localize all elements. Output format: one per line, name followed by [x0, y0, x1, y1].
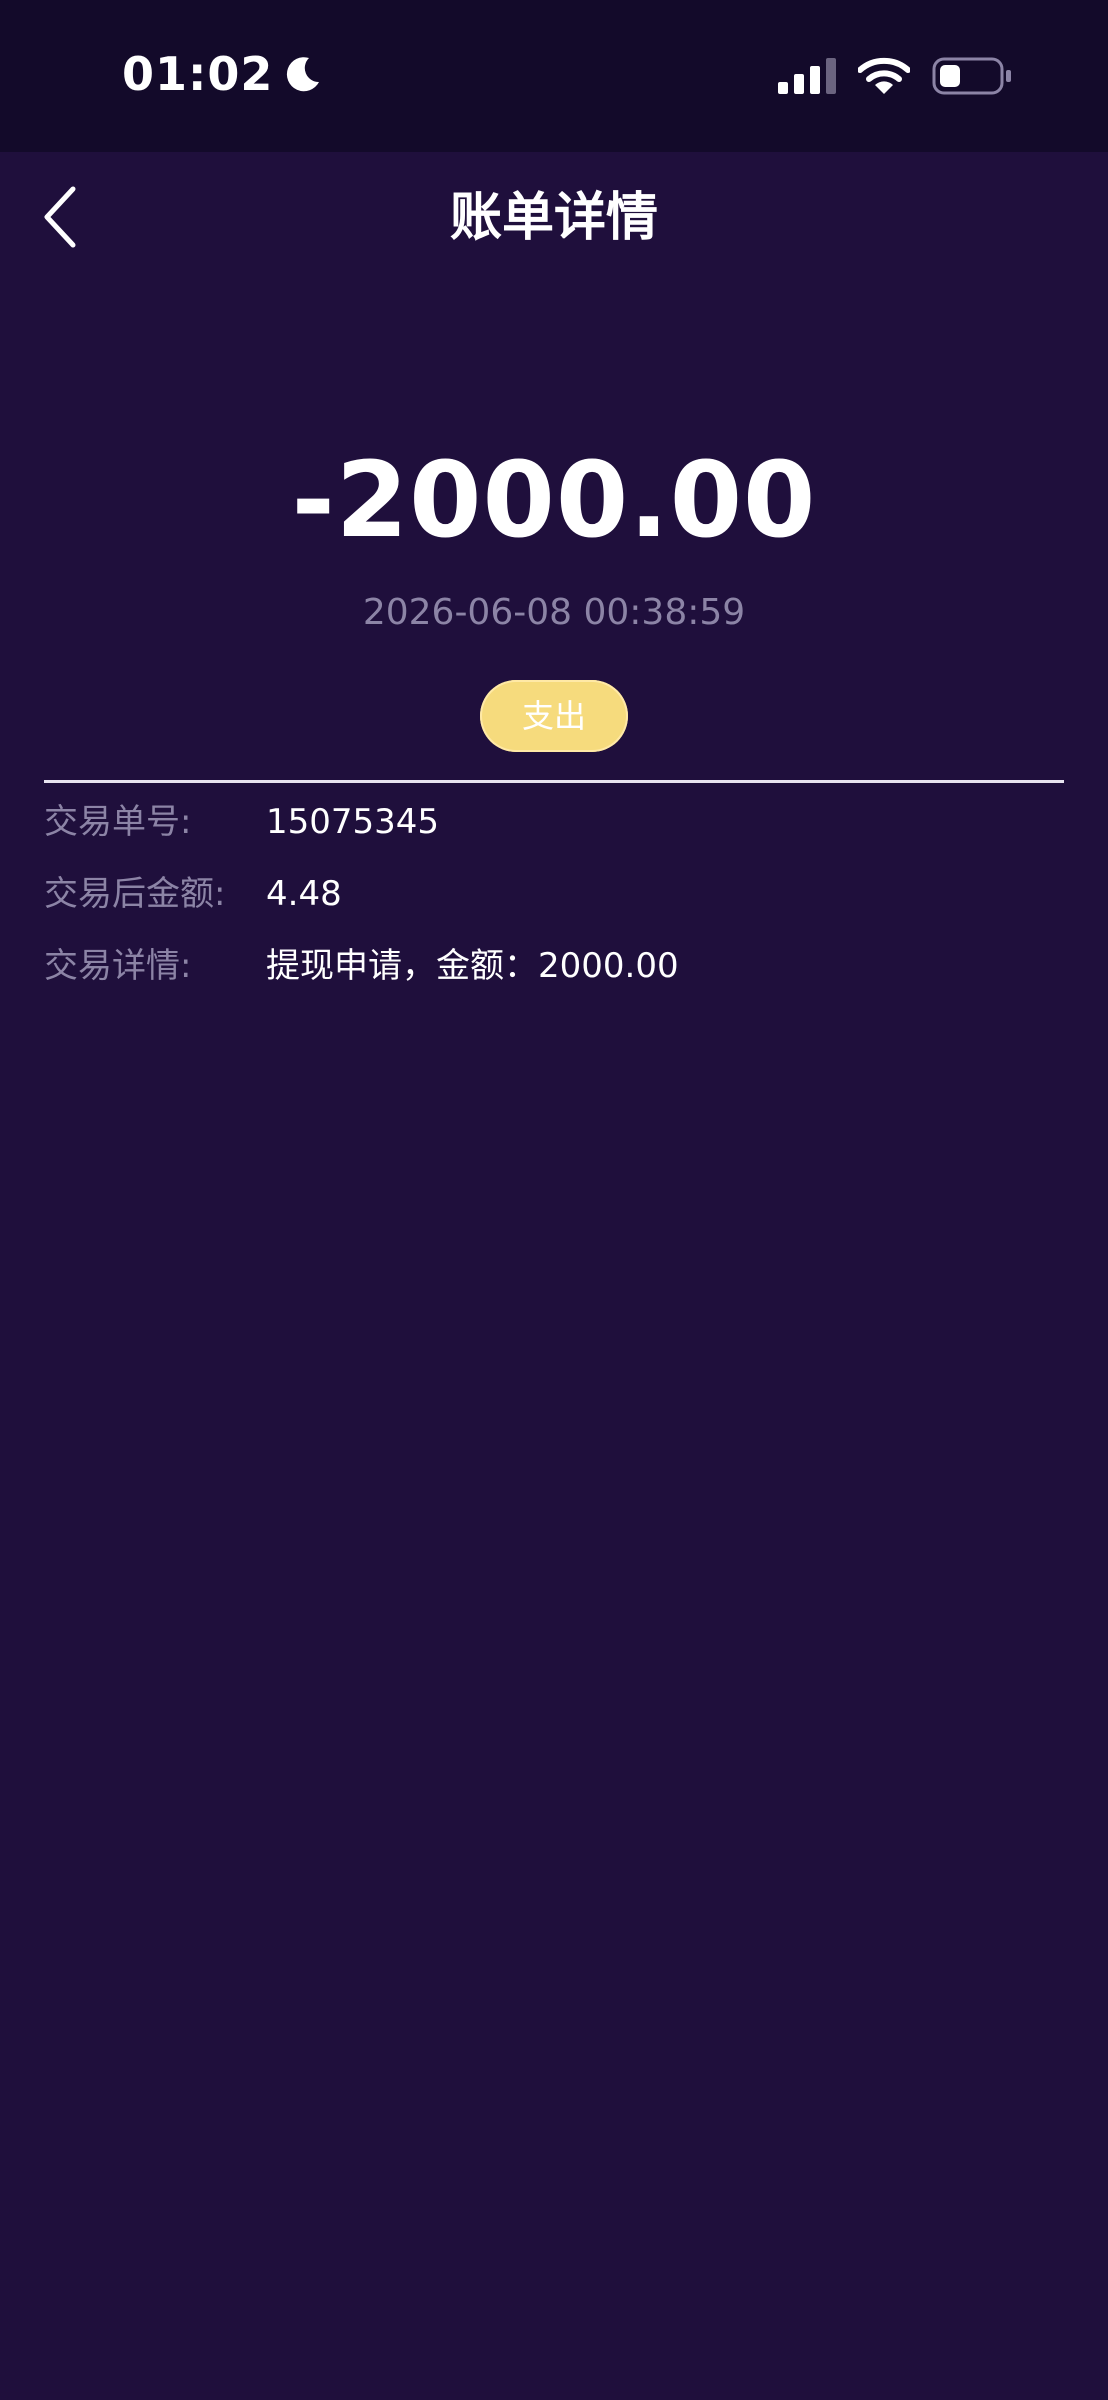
detail-value: 提现申请，金额：2000.00	[266, 946, 679, 986]
status-time: 01:02	[122, 44, 323, 104]
nav-bar: 账单详情	[0, 152, 1108, 280]
transaction-type-badge: 支出	[480, 680, 628, 752]
detail-row-transaction-details: 交易详情: 提现申请，金额：2000.00	[44, 938, 1064, 994]
transaction-datetime: 2026-06-08 00:38:59	[362, 592, 746, 633]
status-time-text: 01:02	[122, 47, 274, 101]
detail-row-order-number: 交易单号: 15075345	[44, 794, 1064, 850]
detail-value: 4.48	[266, 874, 342, 914]
detail-label: 交易单号:	[44, 802, 192, 842]
status-bar: 01:02	[0, 0, 1108, 152]
transaction-amount: -2000.00	[291, 439, 817, 561]
page-title: 账单详情	[449, 188, 658, 248]
divider	[44, 780, 1064, 783]
detail-label: 交易详情:	[44, 946, 192, 986]
signal-icon	[778, 58, 836, 94]
wifi-icon	[858, 57, 910, 94]
battery-icon	[932, 57, 1011, 95]
detail-row-balance-after: 交易后金额: 4.48	[44, 866, 1064, 922]
moon-icon	[287, 57, 320, 92]
detail-label: 交易后金额:	[44, 874, 226, 914]
status-icons	[778, 54, 1012, 98]
detail-value: 15075345	[266, 802, 440, 842]
